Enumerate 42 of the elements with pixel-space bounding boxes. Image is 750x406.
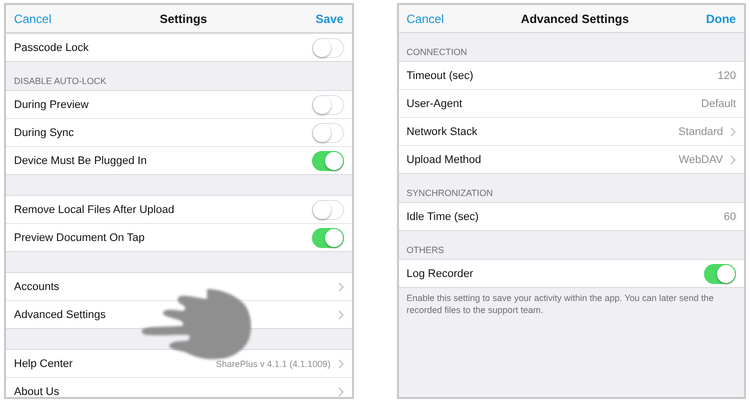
row-label[interactable]: Help Center [14,358,216,370]
row-label[interactable]: About Us [14,386,330,397]
section-header: CONNECTION [406,47,467,57]
row-label: Remove Local Files After Upload [14,204,176,216]
chevron-icon [338,358,344,368]
row-label: Idle Time (sec) [406,210,480,222]
chevron-icon [730,154,736,164]
chevron-icon [730,126,736,136]
nav-title: Advanced Settings [520,12,629,26]
nav-title: Settings [160,12,208,26]
row-label: Preview Document On Tap [14,232,146,244]
toggle-switch[interactable] [312,228,344,248]
row-label[interactable]: Advanced Settings [14,308,330,320]
row-value: Default [701,98,736,110]
chevron-icon [338,386,344,396]
row-value: 60 [724,210,736,222]
row-label: Timeout (sec) [406,70,474,82]
row-value: WebDAV [678,154,723,166]
toggle-switch[interactable] [312,94,344,114]
row-label: During Preview [14,98,90,110]
toggle-switch[interactable] [312,200,344,220]
toggle-switch[interactable] [704,264,736,284]
toggle-switch[interactable] [312,150,344,170]
row-label: Passcode Lock [14,42,90,54]
row-label: User-Agent [406,98,464,110]
section-header: OTHERS [406,245,444,255]
toggle-switch[interactable] [312,38,344,58]
chevron-icon [338,282,344,292]
row-value: SharePlus v 4.1.1 (4.1.1009) [216,358,330,368]
row-value: Standard [678,126,723,138]
section-footer: Enable this setting to save your activity within the app. You can later send the recorded files to the support team. [398,288,744,322]
row-label: During Sync [14,126,75,138]
section-header: DISABLE AUTO-LOCK [14,76,106,86]
chevron-icon [338,310,344,320]
toggle-switch[interactable] [312,122,344,142]
row-label[interactable]: Network Stack [406,126,678,138]
row-label[interactable]: Accounts [14,280,330,292]
section-header: SYNCHRONIZATION [406,188,493,198]
row-label: Log Recorder [406,268,474,280]
row-value: 120 [718,70,736,82]
row-label: Device Must Be Plugged In [14,154,148,166]
row-label[interactable]: Upload Method [406,154,679,166]
